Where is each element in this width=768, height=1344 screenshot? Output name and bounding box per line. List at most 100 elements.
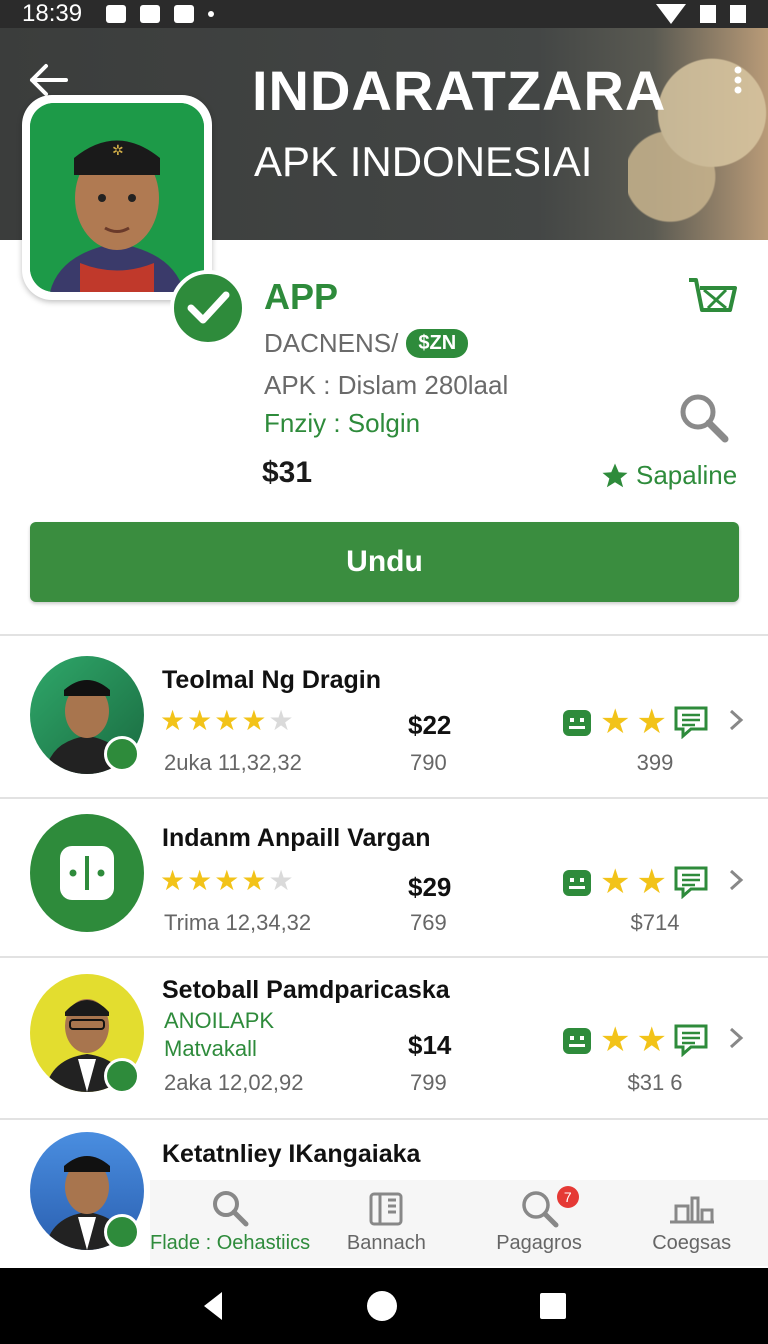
chevron-right-icon[interactable] (726, 868, 746, 892)
notification-badge: 7 (556, 1186, 579, 1208)
star-icon: ★ (214, 865, 240, 896)
star-icon: ★ (636, 1021, 667, 1059)
star-icon: ★ (187, 705, 213, 736)
item-count: 799 (410, 1070, 447, 1095)
item-title: Ketatnliey IKangaiaka (162, 1140, 421, 1168)
robot-icon[interactable] (560, 864, 594, 900)
star-icon: ★ (600, 863, 631, 901)
star-rating: ★ ★ ★ ★ ★ (160, 704, 294, 737)
search-button[interactable] (676, 390, 730, 444)
nav-label: Coegsas (652, 1232, 732, 1254)
back-arrow-icon (30, 64, 68, 96)
nav-item-search[interactable]: Flade : Oehastiics (150, 1180, 310, 1266)
download-badge-icon (104, 1214, 140, 1250)
cart-icon (689, 278, 737, 312)
rating-text: Sapaline (636, 460, 738, 490)
overflow-menu-button[interactable] (726, 58, 750, 102)
star-icon: ★ (600, 703, 631, 741)
divider (0, 956, 768, 958)
search-icon (680, 394, 729, 443)
review-icon[interactable] (673, 705, 709, 739)
list-item[interactable]: Setoball Pamdparicaska ANOILAPK Matvakal… (0, 960, 768, 1120)
mail-icon (140, 5, 161, 23)
device-badge-icon (104, 1058, 140, 1094)
avatar (30, 814, 144, 932)
star-icon: ★ (636, 863, 667, 901)
item-count: 769 (410, 910, 447, 935)
status-time: 18:39 (22, 0, 83, 27)
star-icon: ★ (241, 865, 267, 896)
search-icon (213, 1191, 249, 1227)
status-system-icons (656, 4, 746, 24)
divider (0, 797, 768, 799)
item-price: $14 (408, 1030, 452, 1060)
developer-line: DACNENS/ $ZN (264, 328, 469, 359)
list-item[interactable]: Indanm Anpaill Vargan ★ ★ ★ ★ ★ Trima 12,34,… (0, 800, 768, 960)
refresh-badge-icon (104, 736, 140, 772)
chevron-right-icon[interactable] (726, 708, 746, 732)
list-item[interactable]: Teolmal Ng Dragin ★ ★ ★ ★ ★ 2uka 11,32,32 $2… (0, 640, 768, 800)
developer-name[interactable]: DACNENS/ (264, 328, 398, 359)
divider (0, 634, 768, 636)
app-notification-icon (174, 5, 195, 23)
star-icon: ★ (160, 865, 186, 896)
search-badge-icon (522, 1191, 559, 1228)
robot-icon[interactable] (560, 1022, 594, 1058)
star-icon: ★ (636, 703, 667, 741)
review-icon[interactable] (673, 865, 709, 899)
rating-label: Sapaline (600, 460, 737, 491)
nav-item-bannach[interactable]: Bannach (310, 1180, 463, 1266)
star-empty-icon: ★ (268, 865, 294, 896)
chevron-right-icon[interactable] (726, 1026, 746, 1050)
cart-button[interactable] (686, 274, 738, 320)
home-circle-icon[interactable] (365, 1289, 399, 1323)
back-triangle-icon[interactable] (200, 1289, 226, 1323)
tools-icon (669, 1196, 714, 1224)
item-right-value: $714 (630, 910, 680, 935)
star-icon: ★ (160, 705, 186, 736)
nav-item-coegsas[interactable]: Coegsas (615, 1180, 768, 1266)
bottom-navigation: Flade : Oehastiics Bannach 7 Pagagros Co… (150, 1180, 768, 1266)
item-price: $29 (408, 872, 452, 902)
nav-item-pagagros[interactable]: 7 Pagagros (463, 1180, 616, 1266)
book-icon (369, 1192, 403, 1226)
check-icon (187, 291, 230, 324)
item-title: Setoball Pamdparicaska (162, 976, 450, 1004)
item-subtitle: ANOILAPK (164, 1008, 275, 1033)
app-type-label: APP (264, 276, 339, 317)
item-actions: ★ ★ (560, 862, 709, 902)
page-title: INDARATZARA (252, 59, 667, 122)
item-title: Teolmal Ng Dragin (162, 666, 382, 694)
verified-badge (170, 270, 246, 346)
status-notification-icons (106, 5, 215, 23)
page-subtitle: APK INDONESIAI (254, 138, 593, 185)
star-rating: ★ ★ ★ ★ ★ (160, 864, 294, 897)
more-vert-icon (734, 66, 742, 94)
item-meta: Trima 12,34,32 (164, 910, 312, 935)
item-title: Indanm Anpaill Vargan (162, 824, 431, 852)
item-price: $22 (408, 710, 452, 740)
battery-icon (730, 5, 746, 23)
item-right-value: 399 (636, 750, 674, 775)
wifi-icon (656, 4, 686, 24)
download-button[interactable]: Undu (30, 522, 739, 602)
star-icon (602, 463, 628, 487)
status-bar: 18:39 (0, 0, 768, 28)
robot-icon[interactable] (560, 704, 594, 740)
app-price: $31 (262, 456, 313, 489)
category-info[interactable]: Fnziy : Solgin (264, 408, 420, 439)
star-empty-icon: ★ (268, 705, 294, 736)
item-count: 790 (410, 750, 447, 775)
item-subtitle: Matvakall (164, 1036, 257, 1061)
notification-icon (106, 5, 127, 23)
review-icon[interactable] (673, 1023, 709, 1057)
star-icon: ★ (214, 705, 240, 736)
svg-text:✲: ✲ (112, 143, 124, 159)
nav-label: Bannach (346, 1232, 426, 1254)
star-icon: ★ (187, 865, 213, 896)
recents-square-icon[interactable] (538, 1291, 568, 1321)
star-icon: ★ (241, 705, 267, 736)
size-badge: $ZN (406, 329, 469, 358)
item-meta: 2aka 12,02,92 (164, 1070, 304, 1095)
nav-label: Pagagros (496, 1232, 582, 1254)
